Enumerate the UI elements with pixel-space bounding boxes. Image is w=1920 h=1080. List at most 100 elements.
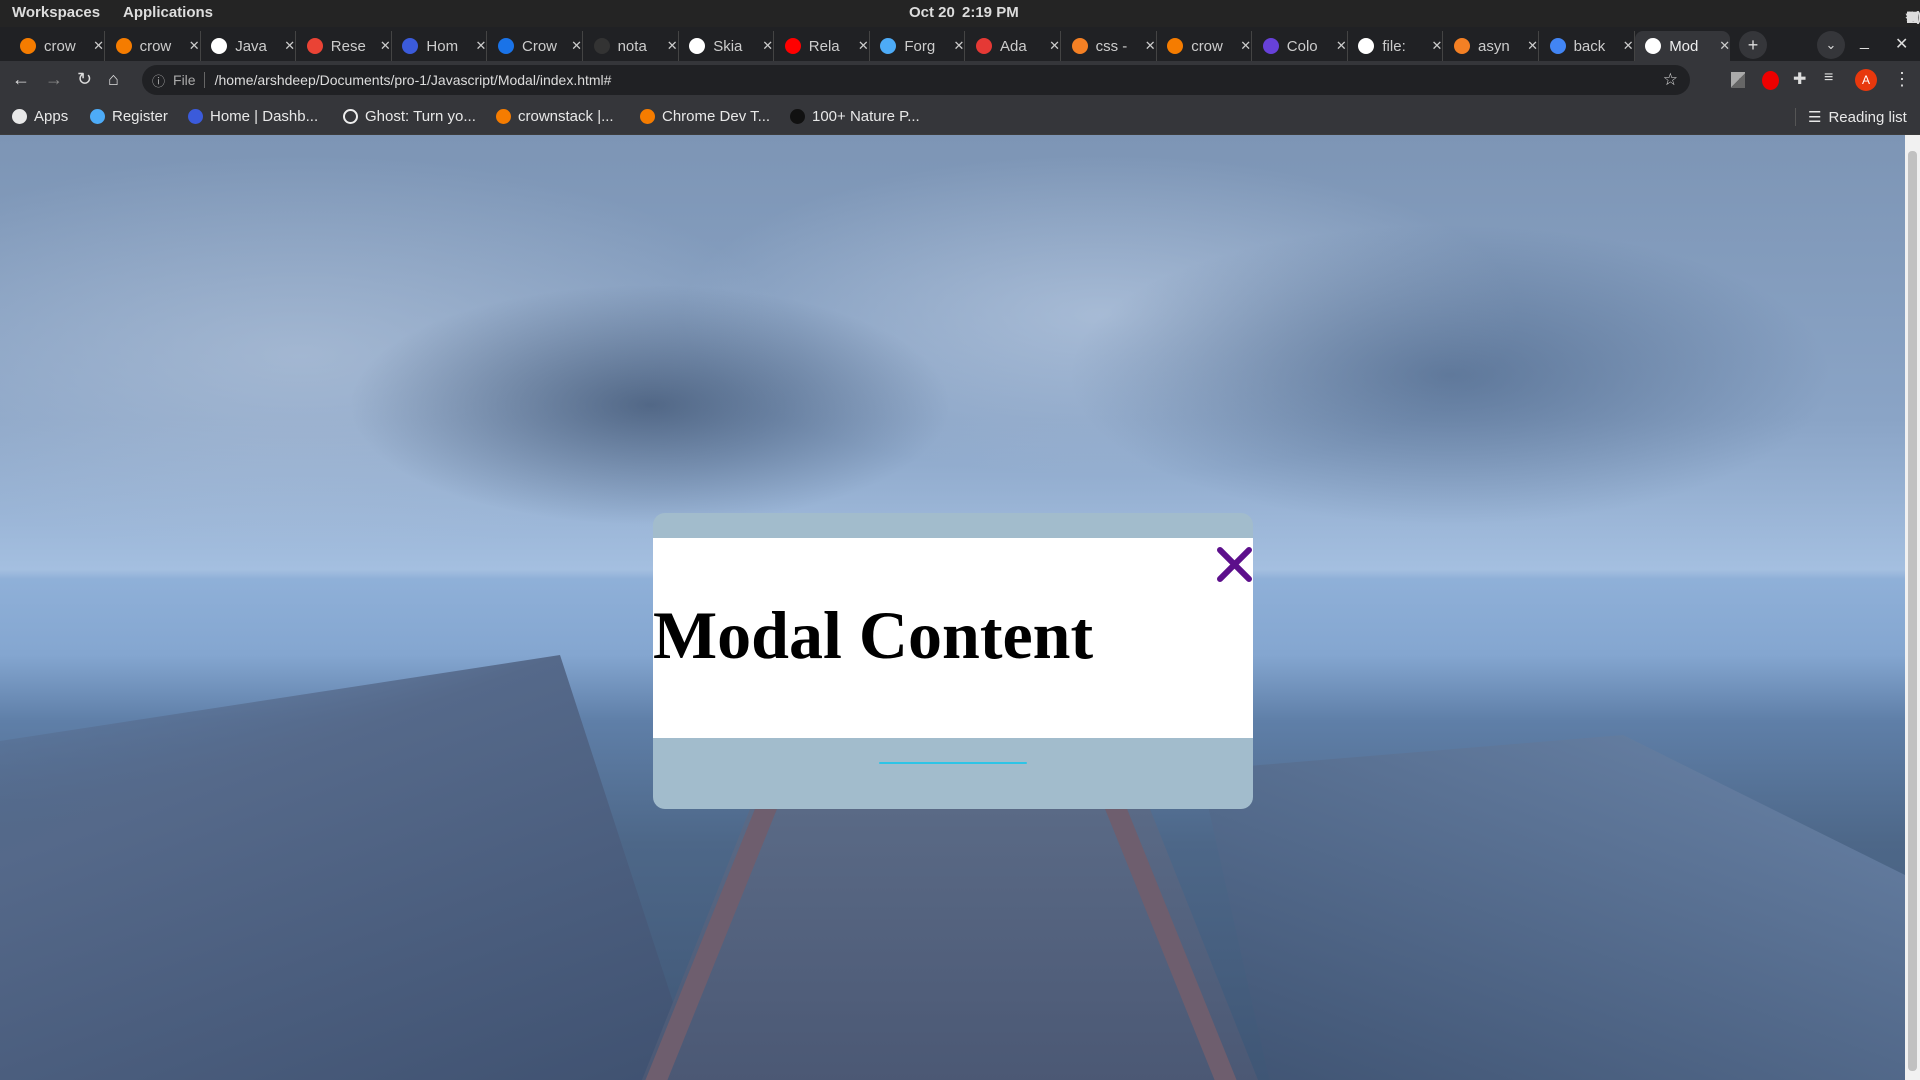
back-button[interactable]: ← bbox=[12, 69, 30, 90]
tab-close-icon[interactable]: ✕ bbox=[1049, 38, 1060, 54]
forward-button[interactable]: → bbox=[45, 69, 63, 90]
tab[interactable]: crow ✕ bbox=[106, 31, 201, 61]
crownstack-icon bbox=[640, 109, 655, 124]
gmail-icon bbox=[306, 38, 323, 54]
tab[interactable]: css - ✕ bbox=[1062, 31, 1157, 61]
github-icon bbox=[593, 38, 610, 54]
tab[interactable]: nota ✕ bbox=[584, 31, 679, 61]
bookmark-item[interactable]: crownstack |... bbox=[496, 108, 614, 125]
tab[interactable]: crow ✕ bbox=[10, 31, 105, 61]
tab[interactable]: crow ✕ bbox=[1157, 31, 1253, 61]
tab[interactable]: Ada ✕ bbox=[966, 31, 1061, 61]
reading-list-icon: ☰ bbox=[1808, 109, 1822, 126]
tab-close-icon[interactable]: ✕ bbox=[1623, 38, 1634, 54]
info-icon[interactable]: ⓘ bbox=[152, 71, 165, 90]
bookmarks-bar: Apps Register Home | Dashb... Ghost: Turn y… bbox=[0, 100, 1920, 135]
crownstack-icon bbox=[115, 38, 132, 54]
tab-label: Rela bbox=[808, 37, 840, 55]
workspaces-menu[interactable]: Workspaces bbox=[12, 4, 100, 21]
tab-close-icon[interactable]: ✕ bbox=[667, 38, 678, 54]
stackoverflow-icon bbox=[1071, 38, 1088, 54]
k-icon bbox=[880, 38, 897, 54]
adblock-extension-icon[interactable] bbox=[1762, 71, 1779, 90]
media-controls-icon[interactable]: ≡ bbox=[1824, 69, 1833, 87]
profile-avatar[interactable]: A bbox=[1855, 69, 1877, 91]
tab-label: Skia bbox=[713, 37, 743, 55]
bookmark-item[interactable]: Chrome Dev T... bbox=[640, 108, 770, 125]
calendar-icon bbox=[498, 38, 514, 54]
tab[interactable]: Colo ✕ bbox=[1253, 31, 1348, 61]
tab-close-icon[interactable]: ✕ bbox=[189, 38, 200, 54]
tab[interactable]: Forg ✕ bbox=[870, 31, 966, 61]
tab-close-icon[interactable]: ✕ bbox=[571, 38, 582, 54]
bookmark-item[interactable]: 100+ Nature P... bbox=[790, 108, 920, 125]
bookmark-item[interactable]: Apps bbox=[12, 108, 68, 125]
tab[interactable]: Java ✕ bbox=[201, 31, 297, 61]
tab-close-icon[interactable]: ✕ bbox=[1145, 38, 1156, 54]
browser-toolbar: ← → ↻ ⌂ ⓘ File /home/arshdeep/Documents/… bbox=[0, 61, 1920, 100]
new-tab-button[interactable]: + bbox=[1739, 31, 1767, 59]
tab[interactable]: Crow ✕ bbox=[488, 31, 583, 61]
globe-icon bbox=[1645, 38, 1662, 54]
bookmark-item[interactable]: Register bbox=[90, 108, 168, 125]
k-icon bbox=[402, 38, 419, 54]
bookmark-item[interactable]: Ghost: Turn yo... bbox=[343, 108, 476, 125]
tab[interactable]: Skia ✕ bbox=[679, 31, 775, 61]
clock-time[interactable]: 2:19 PM bbox=[962, 4, 1019, 21]
youtube-icon bbox=[784, 38, 801, 54]
crownstack-icon bbox=[20, 38, 36, 54]
tab-close-icon[interactable]: ✕ bbox=[762, 38, 773, 54]
tab[interactable]: Hom ✕ bbox=[392, 31, 488, 61]
tab-close-icon[interactable]: ✕ bbox=[284, 38, 295, 54]
tab-active[interactable]: Mod ✕ bbox=[1635, 31, 1731, 61]
tab-label: Forg bbox=[904, 37, 936, 55]
tab-close-icon[interactable]: ✕ bbox=[475, 38, 486, 54]
reload-button[interactable]: ↻ bbox=[77, 69, 92, 90]
tab-label: asyn bbox=[1478, 37, 1510, 55]
tab-close-icon[interactable]: ✕ bbox=[93, 38, 104, 54]
applications-menu[interactable]: Applications bbox=[123, 4, 213, 21]
tab-close-icon[interactable]: ✕ bbox=[380, 38, 391, 54]
tab-close-icon[interactable]: ✕ bbox=[858, 38, 869, 54]
bookmark-star-icon[interactable]: ☆ bbox=[1663, 70, 1678, 90]
reading-list-label: Reading list bbox=[1828, 108, 1907, 126]
tray-dropdown-icon[interactable]: ▾ bbox=[1906, 8, 1913, 25]
close-window-button[interactable]: ✕ bbox=[1895, 34, 1908, 54]
extension-icon[interactable] bbox=[1731, 72, 1745, 88]
page-scrollbar[interactable] bbox=[1905, 135, 1920, 1080]
tab-close-icon[interactable]: ✕ bbox=[1431, 38, 1442, 54]
file-scheme-label: File bbox=[173, 72, 205, 88]
bookmark-item[interactable]: Home | Dashb... bbox=[188, 108, 318, 125]
modal-dialog: Modal Content bbox=[653, 513, 1253, 809]
tab-label: css - bbox=[1095, 37, 1128, 55]
tab[interactable]: Rela ✕ bbox=[775, 31, 870, 61]
bookmark-label: Home | Dashb... bbox=[210, 108, 319, 125]
tab[interactable]: asyn ✕ bbox=[1444, 31, 1539, 61]
ghost-icon bbox=[343, 109, 358, 124]
extensions-puzzle-icon[interactable]: ✚ bbox=[1793, 69, 1806, 89]
k-icon bbox=[188, 109, 203, 124]
tab-close-icon[interactable]: ✕ bbox=[1719, 38, 1730, 54]
minimize-button[interactable]: _ bbox=[1860, 33, 1869, 51]
close-icon[interactable] bbox=[1216, 546, 1253, 583]
bookmark-label: Chrome Dev T... bbox=[662, 108, 771, 125]
tab-search-button[interactable]: ⌄ bbox=[1817, 31, 1845, 59]
home-button[interactable]: ⌂ bbox=[108, 69, 119, 90]
bookmark-label: Ghost: Turn yo... bbox=[365, 108, 476, 125]
tab-close-icon[interactable]: ✕ bbox=[953, 38, 964, 54]
tab[interactable]: file: ✕ bbox=[1348, 31, 1444, 61]
menu-kebab-icon[interactable]: ⋮ bbox=[1893, 69, 1911, 90]
address-bar[interactable]: ⓘ File /home/arshdeep/Documents/pro-1/Ja… bbox=[142, 65, 1690, 95]
reading-list-button[interactable]: ☰ Reading list bbox=[1795, 108, 1907, 126]
url-text[interactable]: /home/arshdeep/Documents/pro-1/Javascrip… bbox=[215, 72, 612, 88]
bookmark-label: 100+ Nature P... bbox=[812, 108, 920, 125]
clock-date[interactable]: Oct 20 bbox=[909, 4, 955, 21]
tab-close-icon[interactable]: ✕ bbox=[1527, 38, 1538, 54]
tab[interactable]: back ✕ bbox=[1540, 31, 1635, 61]
tab-close-icon[interactable]: ✕ bbox=[1336, 38, 1347, 54]
tab-label: back bbox=[1573, 37, 1606, 55]
tab[interactable]: Rese ✕ bbox=[297, 31, 392, 61]
scrollbar-thumb[interactable] bbox=[1908, 151, 1917, 1071]
modal-body: Modal Content bbox=[653, 538, 1253, 764]
tab-close-icon[interactable]: ✕ bbox=[1240, 38, 1251, 54]
